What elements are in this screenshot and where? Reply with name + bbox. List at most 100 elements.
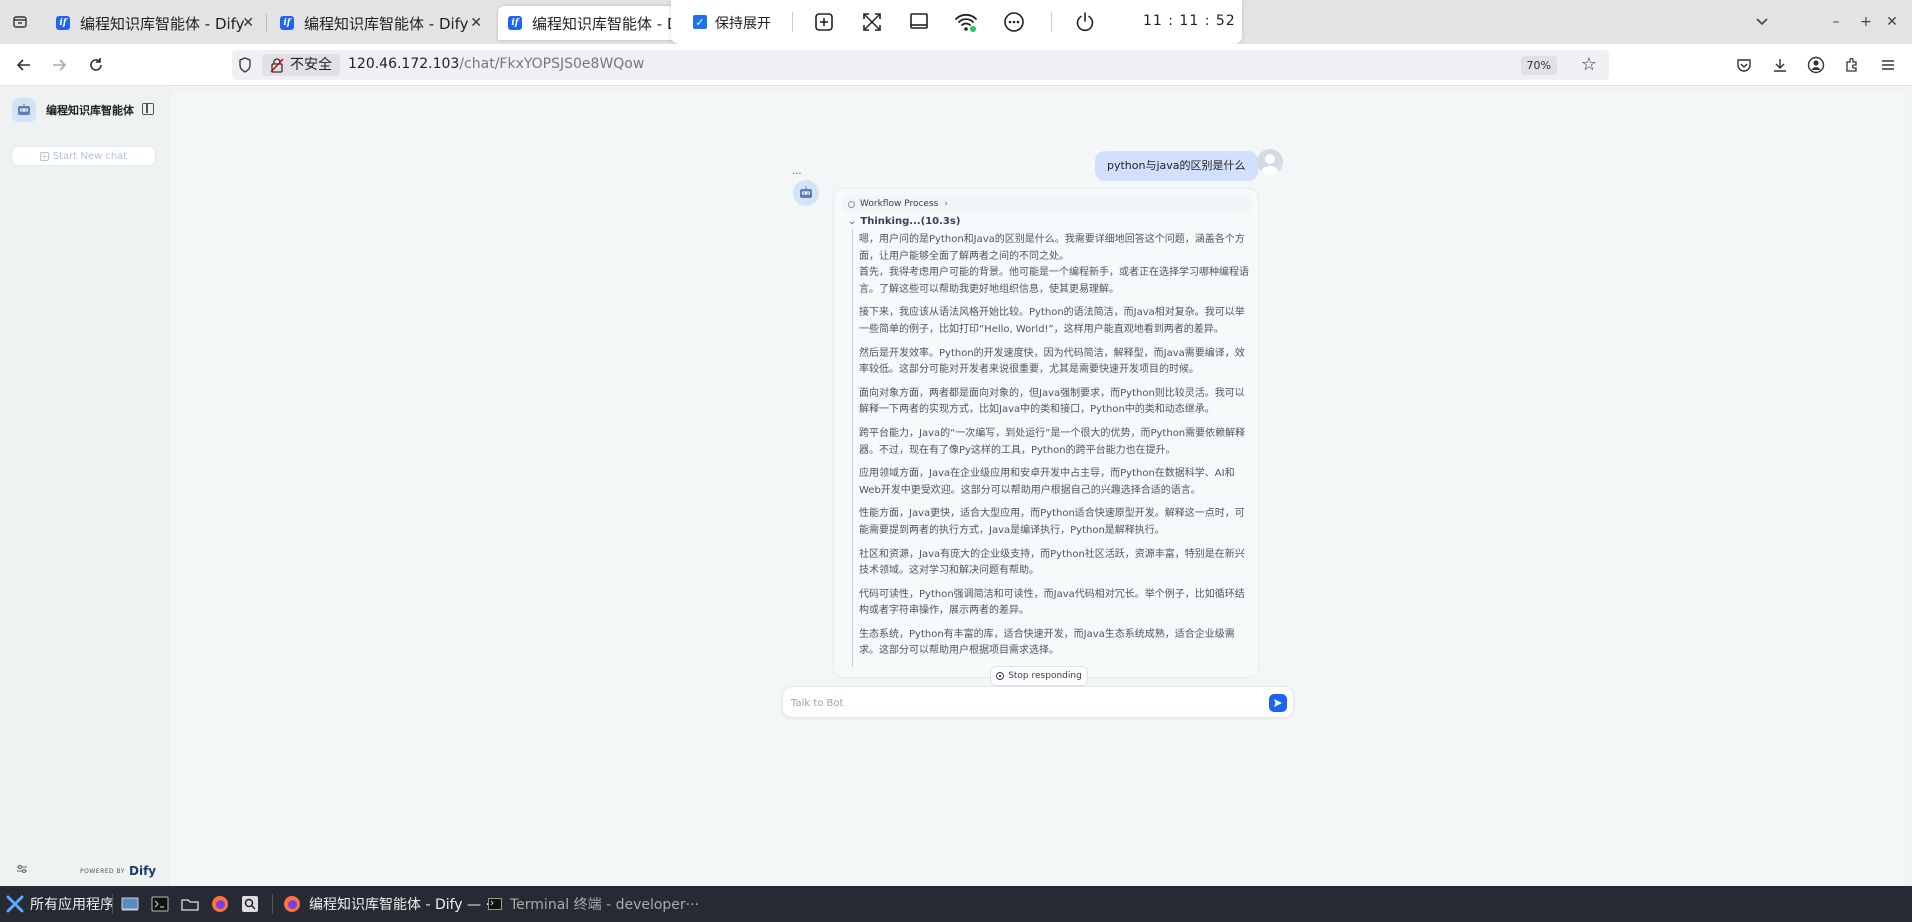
extensions-icon[interactable] — [1841, 54, 1863, 76]
bot-avatar — [793, 180, 819, 206]
close-icon[interactable]: ✕ — [470, 15, 482, 31]
thinking-content: 嗯，用户问的是Python和Java的区别是什么。我需要详细地回答这个问题，涵盖… — [852, 229, 1252, 667]
chevron-down-icon[interactable] — [1752, 12, 1772, 32]
folder-icon — [181, 895, 199, 913]
firefox-icon — [283, 895, 301, 913]
back-arrow-icon[interactable] — [13, 54, 35, 76]
dify-favicon-icon: if — [508, 16, 522, 30]
download-icon[interactable] — [1769, 54, 1791, 76]
start-new-chat-button[interactable]: + Start New chat — [11, 146, 156, 166]
app-title: 编程知识库智能体 — [46, 104, 134, 117]
bookmark-star-icon[interactable]: ☆ — [1581, 54, 1597, 75]
browser-tab[interactable]: if 编程知识库智能体 - Dify ✕ — [46, 6, 262, 40]
new-chat-label: Start New chat — [52, 150, 128, 162]
minimize-icon[interactable]: – — [1826, 12, 1846, 32]
taskbar-window-firefox[interactable]: 编程知识库智能体 - Dify — ··· — [283, 886, 499, 922]
terminal-icon — [151, 895, 169, 913]
stop-responding-button[interactable]: Stop responding — [990, 666, 1088, 686]
taskbar-search-launcher[interactable] — [241, 886, 259, 922]
account-icon[interactable] — [1805, 54, 1827, 76]
chat-input-box — [782, 686, 1294, 718]
taskbar-firefox-launcher[interactable] — [211, 886, 229, 922]
insecure-badge[interactable]: 不安全 — [262, 54, 340, 76]
taskbar-window-label: Terminal 终端 - developer··· — [510, 897, 700, 913]
settings-sliders-icon[interactable] — [16, 864, 28, 874]
chat-input[interactable] — [791, 693, 1231, 713]
fullscreen-icon[interactable] — [860, 10, 884, 34]
close-window-icon[interactable]: ✕ — [1882, 12, 1902, 32]
dify-chat-app: 编程知识库智能体 + Start New chat POWERED BY Dif… — [0, 86, 1912, 886]
close-icon[interactable]: ✕ — [242, 15, 254, 31]
os-taskbar: 所有应用程序 编程知识库智能体 - Dify — ··· Terminal 终端… — [0, 886, 1912, 922]
firefox-icon — [211, 895, 229, 913]
thinking-paragraph: 应用领域方面，Java在企业级应用和安卓开发中占主导，而Python在数据科学、… — [859, 468, 1235, 496]
start-logo-icon — [6, 895, 24, 913]
menu-icon[interactable] — [1877, 54, 1899, 76]
thinking-paragraph: 社区和资源，Java有庞大的企业级支持，而Python社区活跃，资源丰富，特别是… — [859, 548, 1245, 577]
browser-tab-active[interactable]: if 编程知识库智能体 - Dify — [498, 6, 674, 40]
keep-expanded-label: 保持展开 — [715, 16, 771, 32]
user-avatar — [1257, 149, 1283, 175]
taskbar-window-terminal[interactable]: Terminal 终端 - developer··· — [486, 886, 699, 922]
sidebar-toggle-icon[interactable] — [142, 103, 154, 115]
wifi-icon[interactable] — [954, 10, 978, 34]
url-bar[interactable]: 不安全 120.46.172.103/chat/FkxYOPSJS0e8WQow… — [232, 50, 1609, 80]
user-message: python与java的区别是什么 — [1095, 151, 1258, 181]
powered-by-dify: POWERED BY Dify — [80, 864, 156, 878]
pocket-icon[interactable] — [1733, 54, 1755, 76]
start-menu-button[interactable]: 所有应用程序 — [6, 886, 114, 922]
zoom-level[interactable]: 70% — [1520, 56, 1557, 75]
remote-toolbar: ✓ 保持展开 11 : 11 : 52 — [671, 0, 1242, 44]
taskbar-divider — [272, 894, 273, 914]
keep-expanded-checkbox[interactable]: ✓ — [693, 15, 707, 29]
thinking-label: Thinking...(10.3s) — [860, 216, 961, 227]
toolbar-divider — [792, 12, 793, 32]
forward-arrow-icon[interactable] — [48, 54, 70, 76]
chevron-right-icon: › — [944, 199, 948, 209]
reload-icon[interactable] — [85, 54, 107, 76]
taskbar-files-launcher[interactable] — [181, 886, 199, 922]
thinking-paragraph: 代码可读性，Python强调简洁和可读性，而Java代码相对冗长。举个例子，比如… — [859, 588, 1245, 617]
shield-icon[interactable] — [238, 57, 252, 73]
plus-icon: + — [39, 151, 49, 161]
broken-lock-icon — [270, 58, 284, 73]
url-text[interactable]: 120.46.172.103/chat/FkxYOPSJS0e8WQow — [348, 56, 644, 72]
tab-divider — [266, 14, 267, 32]
browser-tab[interactable]: if 编程知识库智能体 - Dify ✕ — [270, 6, 490, 40]
thinking-paragraph: 然后是开发效率。Python的开发速度快，因为代码简洁，解释型，而Java需要编… — [859, 347, 1245, 376]
powered-by-label: POWERED BY — [80, 867, 126, 875]
terminal-icon — [486, 895, 504, 913]
power-icon[interactable] — [1073, 10, 1097, 34]
thinking-paragraph: 性能方面，Java更快，适合大型应用，而Python适合快速原型开发。解释这一点… — [859, 508, 1245, 536]
more-icon[interactable] — [1002, 10, 1026, 34]
chat-main: python与java的区别是什么 ··· Workflow Process ›… — [170, 94, 1904, 886]
stop-icon — [996, 672, 1005, 680]
desktop-icon — [121, 895, 139, 913]
app-header: 编程知识库智能体 — [12, 98, 134, 122]
sidebar: 编程知识库智能体 + Start New chat POWERED BY Dif… — [0, 86, 170, 886]
more-dots-icon[interactable]: ··· — [792, 169, 802, 180]
thinking-paragraph: 面向对象方面，两者都是面向对象的，但Java强制要求，而Python则比较灵活。… — [859, 387, 1245, 416]
workflow-label: Workflow Process — [860, 199, 939, 209]
taskbar-terminal-launcher[interactable] — [151, 886, 169, 922]
send-button[interactable] — [1269, 694, 1287, 712]
thinking-toggle[interactable]: ⌄ Thinking...(10.3s) — [848, 216, 960, 227]
taskbar-show-desktop[interactable] — [121, 886, 139, 922]
workflow-process-toggle[interactable]: Workflow Process › — [842, 195, 1252, 213]
search-icon — [241, 895, 259, 913]
tab-title: 编程知识库智能体 - Dify — [532, 14, 674, 33]
toolbar-divider — [1051, 12, 1052, 32]
tab-title: 编程知识库智能体 - Dify — [80, 14, 245, 33]
tab-list-icon[interactable] — [8, 10, 32, 34]
stop-label: Stop responding — [1008, 671, 1082, 681]
display-icon[interactable] — [907, 10, 931, 34]
add-window-icon[interactable] — [812, 10, 836, 34]
start-label: 所有应用程序 — [30, 897, 114, 913]
maximize-icon[interactable]: + — [1856, 12, 1876, 32]
robot-icon — [12, 98, 36, 122]
url-host: 120.46.172.103 — [348, 56, 460, 72]
taskbar-divider — [112, 894, 113, 914]
chevron-down-icon: ⌄ — [848, 216, 857, 227]
taskbar-window-label: 编程知识库智能体 - Dify — ··· — [309, 897, 499, 913]
thinking-paragraph: 生态系统，Python有丰富的库，适合快速开发，而Java生态系统成熟，适合企业… — [859, 628, 1235, 657]
